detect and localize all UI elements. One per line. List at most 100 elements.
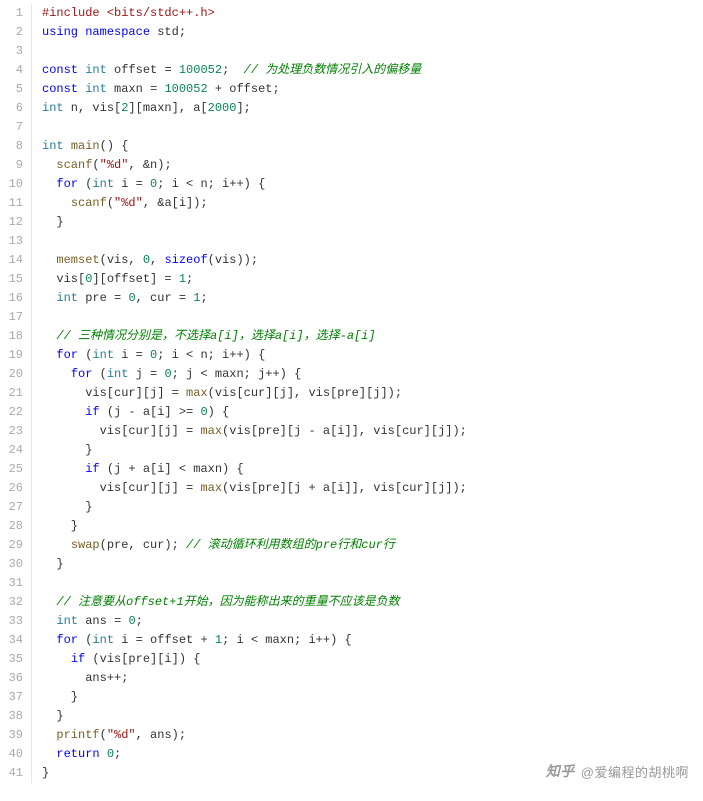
code-token: n, vis[ [64, 101, 122, 115]
code-line: } [42, 498, 703, 517]
code-token: 0 [200, 405, 207, 419]
code-token: ; [114, 747, 121, 761]
code-line [42, 118, 703, 137]
code-token: i = [114, 348, 150, 362]
code-token: i = offset + [114, 633, 215, 647]
code-token: 2000 [208, 101, 237, 115]
line-number: 31 [0, 574, 23, 593]
code-token: // 注意要从offset+1开始，因为能称出来的重量不应该是负数 [56, 595, 399, 609]
code-token [42, 367, 71, 381]
code-token: namespace [85, 25, 150, 39]
code-area: #include <bits/stdc++.h>using namespace … [32, 4, 703, 783]
code-token: 1 [215, 633, 222, 647]
code-token [100, 747, 107, 761]
line-number: 36 [0, 669, 23, 688]
line-number: 12 [0, 213, 23, 232]
code-line: if (j - a[i] >= 0) { [42, 403, 703, 422]
code-token: ( [107, 196, 114, 210]
code-line: } [42, 555, 703, 574]
code-token: // 滚动循环利用数组的pre行和cur行 [186, 538, 395, 552]
code-token: for [56, 348, 78, 362]
code-line [42, 42, 703, 61]
code-token: + offset; [208, 82, 280, 96]
code-token: ; [186, 272, 193, 286]
code-line: // 三种情况分别是，不选择a[i]，选择a[i]，选择-a[i] [42, 327, 703, 346]
code-line: vis[0][offset] = 1; [42, 270, 703, 289]
code-token [42, 196, 71, 210]
line-number: 30 [0, 555, 23, 574]
code-line: const int maxn = 100052 + offset; [42, 80, 703, 99]
code-token: 100052 [179, 63, 222, 77]
code-token: "%d" [114, 196, 143, 210]
watermark: 知乎 @爱编程的胡桃啊 [546, 761, 689, 781]
line-number: 8 [0, 137, 23, 156]
code-token: int [56, 291, 78, 305]
code-token: } [42, 766, 49, 780]
line-number: 25 [0, 460, 23, 479]
code-line: for (int i = 0; i < n; i++) { [42, 175, 703, 194]
code-token: main [71, 139, 100, 153]
code-token: int [107, 367, 129, 381]
code-token: ][offset] = [92, 272, 178, 286]
code-token: (vis, [100, 253, 143, 267]
code-token: 0 [128, 291, 135, 305]
code-token: i = [114, 177, 150, 191]
code-token: ( [78, 348, 92, 362]
line-number: 26 [0, 479, 23, 498]
line-number: 3 [0, 42, 23, 61]
code-token: ans = [78, 614, 128, 628]
code-token: for [71, 367, 93, 381]
code-line: int n, vis[2][maxn], a[2000]; [42, 99, 703, 118]
code-token [42, 538, 71, 552]
code-token: if [85, 405, 99, 419]
code-line: using namespace std; [42, 23, 703, 42]
code-line: for (int j = 0; j < maxn; j++) { [42, 365, 703, 384]
code-token [42, 633, 56, 647]
code-token: } [42, 500, 92, 514]
code-line: } [42, 517, 703, 536]
code-token: for [56, 633, 78, 647]
code-line: } [42, 213, 703, 232]
line-number: 35 [0, 650, 23, 669]
code-token: memset [56, 253, 99, 267]
code-line: ans++; [42, 669, 703, 688]
code-token: j = [128, 367, 164, 381]
code-line [42, 574, 703, 593]
code-token: ; [222, 63, 244, 77]
line-number: 9 [0, 156, 23, 175]
code-token: (vis[pre][j - a[i]], vis[cur][j]); [222, 424, 467, 438]
code-token: for [56, 177, 78, 191]
code-token: // 三种情况分别是，不选择a[i]，选择a[i]，选择-a[i] [56, 329, 375, 343]
code-token: scanf [56, 158, 92, 172]
code-token: ; j < maxn; j++) { [172, 367, 302, 381]
code-token: , ans); [136, 728, 186, 742]
code-token: max [200, 424, 222, 438]
code-block: 1234567891011121314151617181920212223242… [0, 4, 703, 783]
code-line: printf("%d", ans); [42, 726, 703, 745]
watermark-text: @爱编程的胡桃啊 [581, 762, 689, 781]
code-token [42, 405, 85, 419]
code-token: } [42, 709, 64, 723]
code-token: #include [42, 6, 100, 20]
code-token: ( [92, 367, 106, 381]
code-token: const [42, 63, 78, 77]
line-number: 5 [0, 80, 23, 99]
line-number: 16 [0, 289, 23, 308]
code-token: max [200, 481, 222, 495]
code-token: } [42, 215, 64, 229]
line-number: 37 [0, 688, 23, 707]
code-token: max [186, 386, 208, 400]
code-token: printf [56, 728, 99, 742]
line-number: 17 [0, 308, 23, 327]
line-number: 38 [0, 707, 23, 726]
zhihu-logo-icon: 知乎 [546, 761, 575, 781]
code-line: scanf("%d", &n); [42, 156, 703, 175]
code-token: "%d" [100, 158, 129, 172]
code-token: offset = [107, 63, 179, 77]
line-number: 10 [0, 175, 23, 194]
line-number: 19 [0, 346, 23, 365]
line-number: 32 [0, 593, 23, 612]
code-token: ; [200, 291, 207, 305]
code-token: sizeof [164, 253, 207, 267]
code-line: #include <bits/stdc++.h> [42, 4, 703, 23]
